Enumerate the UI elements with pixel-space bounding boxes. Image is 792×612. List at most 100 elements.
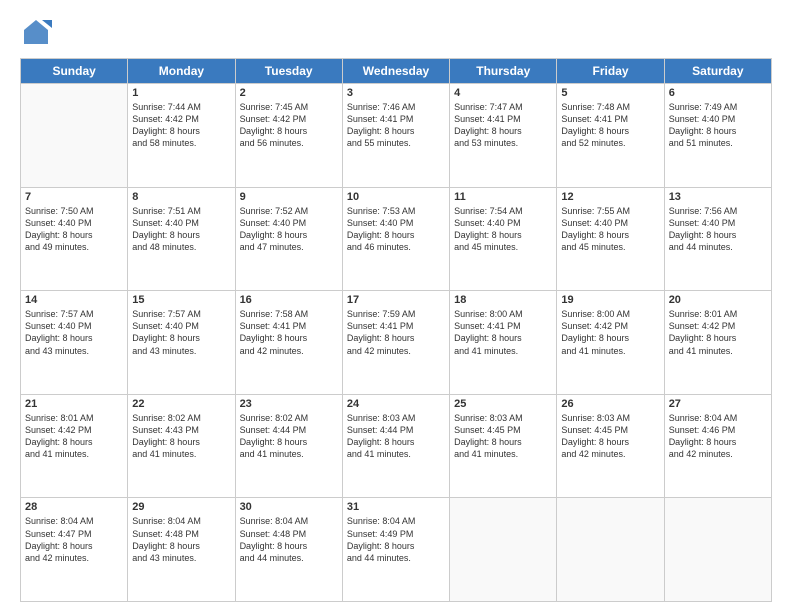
calendar-cell: 12 Sunrise: 7:55 AM Sunset: 4:40 PM Dayli… [557, 187, 664, 291]
calendar-cell: 11 Sunrise: 7:54 AM Sunset: 4:40 PM Dayli… [450, 187, 557, 291]
day-info: Sunrise: 7:58 AM Sunset: 4:41 PM Dayligh… [240, 308, 338, 357]
calendar-cell: 2 Sunrise: 7:45 AM Sunset: 4:42 PM Daylig… [235, 84, 342, 188]
calendar-cell: 14Sunrise: 7:57 AM Sunset: 4:40 PM Dayli… [21, 291, 128, 395]
calendar-header-monday: Monday [128, 59, 235, 84]
calendar-week-2: 14Sunrise: 7:57 AM Sunset: 4:40 PM Dayli… [21, 291, 772, 395]
calendar-cell: 10 Sunrise: 7:53 AM Sunset: 4:40 PM Dayli… [342, 187, 449, 291]
day-number: 9 [240, 191, 338, 203]
day-number: 26 [561, 398, 659, 410]
page: SundayMondayTuesdayWednesdayThursdayFrid… [0, 0, 792, 612]
calendar-cell: 6 Sunrise: 7:49 AM Sunset: 4:40 PM Daylig… [664, 84, 771, 188]
calendar-cell: 7 Sunrise: 7:50 AM Sunset: 4:40 PM Daylig… [21, 187, 128, 291]
calendar-header-tuesday: Tuesday [235, 59, 342, 84]
day-number: 27 [669, 398, 767, 410]
day-number: 7 [25, 191, 123, 203]
day-info: Sunrise: 7:48 AM Sunset: 4:41 PM Dayligh… [561, 101, 659, 150]
calendar-cell: 20 Sunrise: 8:01 AM Sunset: 4:42 PM Dayli… [664, 291, 771, 395]
calendar-cell: 15 Sunrise: 7:57 AM Sunset: 4:40 PM Dayli… [128, 291, 235, 395]
day-info: Sunrise: 7:54 AM Sunset: 4:40 PM Dayligh… [454, 205, 552, 254]
day-number: 10 [347, 191, 445, 203]
day-number: 5 [561, 87, 659, 99]
logo-icon [20, 16, 52, 48]
day-info: Sunrise: 7:53 AM Sunset: 4:40 PM Dayligh… [347, 205, 445, 254]
day-number: 15 [132, 294, 230, 306]
calendar-cell [557, 498, 664, 602]
day-number: 31 [347, 501, 445, 513]
day-info: Sunrise: 8:04 AM Sunset: 4:46 PM Dayligh… [669, 412, 767, 461]
day-number: 11 [454, 191, 552, 203]
calendar-cell: 21 Sunrise: 8:01 AM Sunset: 4:42 PM Dayli… [21, 394, 128, 498]
calendar-cell: 9 Sunrise: 7:52 AM Sunset: 4:40 PM Daylig… [235, 187, 342, 291]
calendar-week-1: 7 Sunrise: 7:50 AM Sunset: 4:40 PM Daylig… [21, 187, 772, 291]
day-info: Sunrise: 8:01 AM Sunset: 4:42 PM Dayligh… [669, 308, 767, 357]
day-info: Sunrise: 7:57 AM Sunset: 4:40 PM Dayligh… [25, 308, 123, 357]
calendar-header-wednesday: Wednesday [342, 59, 449, 84]
day-number: 21 [25, 398, 123, 410]
day-info: Sunrise: 7:49 AM Sunset: 4:40 PM Dayligh… [669, 101, 767, 150]
day-info: Sunrise: 8:03 AM Sunset: 4:45 PM Dayligh… [561, 412, 659, 461]
day-info: Sunrise: 7:45 AM Sunset: 4:42 PM Dayligh… [240, 101, 338, 150]
day-info: Sunrise: 7:52 AM Sunset: 4:40 PM Dayligh… [240, 205, 338, 254]
calendar-cell: 25 Sunrise: 8:03 AM Sunset: 4:45 PM Dayli… [450, 394, 557, 498]
day-info: Sunrise: 7:47 AM Sunset: 4:41 PM Dayligh… [454, 101, 552, 150]
calendar-cell [664, 498, 771, 602]
calendar-cell: 17 Sunrise: 7:59 AM Sunset: 4:41 PM Dayli… [342, 291, 449, 395]
day-info: Sunrise: 7:51 AM Sunset: 4:40 PM Dayligh… [132, 205, 230, 254]
calendar-cell: 4 Sunrise: 7:47 AM Sunset: 4:41 PM Daylig… [450, 84, 557, 188]
calendar-header-friday: Friday [557, 59, 664, 84]
header [20, 16, 772, 48]
calendar-cell: 3 Sunrise: 7:46 AM Sunset: 4:41 PM Daylig… [342, 84, 449, 188]
calendar-cell: 18Sunrise: 8:00 AM Sunset: 4:41 PM Dayli… [450, 291, 557, 395]
day-info: Sunrise: 8:00 AM Sunset: 4:41 PM Dayligh… [454, 308, 552, 357]
day-number: 16 [240, 294, 338, 306]
calendar-week-4: 28Sunrise: 8:04 AM Sunset: 4:47 PM Dayli… [21, 498, 772, 602]
calendar-week-3: 21 Sunrise: 8:01 AM Sunset: 4:42 PM Dayli… [21, 394, 772, 498]
day-info: Sunrise: 7:57 AM Sunset: 4:40 PM Dayligh… [132, 308, 230, 357]
calendar-cell: 5 Sunrise: 7:48 AM Sunset: 4:41 PM Daylig… [557, 84, 664, 188]
day-number: 6 [669, 87, 767, 99]
calendar-cell [450, 498, 557, 602]
calendar-cell: 8 Sunrise: 7:51 AM Sunset: 4:40 PM Daylig… [128, 187, 235, 291]
day-info: Sunrise: 7:46 AM Sunset: 4:41 PM Dayligh… [347, 101, 445, 150]
day-number: 25 [454, 398, 552, 410]
day-number: 19 [561, 294, 659, 306]
day-number: 3 [347, 87, 445, 99]
calendar-cell: 29 Sunrise: 8:04 AM Sunset: 4:48 PM Dayli… [128, 498, 235, 602]
day-number: 30 [240, 501, 338, 513]
day-number: 8 [132, 191, 230, 203]
day-info: Sunrise: 8:03 AM Sunset: 4:44 PM Dayligh… [347, 412, 445, 461]
day-info: Sunrise: 8:04 AM Sunset: 4:48 PM Dayligh… [240, 515, 338, 564]
calendar-header-row: SundayMondayTuesdayWednesdayThursdayFrid… [21, 59, 772, 84]
calendar-header-sunday: Sunday [21, 59, 128, 84]
calendar-cell: 13Sunrise: 7:56 AM Sunset: 4:40 PM Dayli… [664, 187, 771, 291]
day-info: Sunrise: 7:55 AM Sunset: 4:40 PM Dayligh… [561, 205, 659, 254]
day-info: Sunrise: 7:59 AM Sunset: 4:41 PM Dayligh… [347, 308, 445, 357]
calendar-cell [21, 84, 128, 188]
calendar-cell: 22Sunrise: 8:02 AM Sunset: 4:43 PM Dayli… [128, 394, 235, 498]
day-info: Sunrise: 8:02 AM Sunset: 4:44 PM Dayligh… [240, 412, 338, 461]
day-info: Sunrise: 8:04 AM Sunset: 4:48 PM Dayligh… [132, 515, 230, 564]
day-number: 2 [240, 87, 338, 99]
calendar-cell: 16 Sunrise: 7:58 AM Sunset: 4:41 PM Dayli… [235, 291, 342, 395]
calendar-cell: 30 Sunrise: 8:04 AM Sunset: 4:48 PM Dayli… [235, 498, 342, 602]
day-number: 29 [132, 501, 230, 513]
calendar-week-0: 1Sunrise: 7:44 AM Sunset: 4:42 PM Daylig… [21, 84, 772, 188]
day-number: 23 [240, 398, 338, 410]
logo [20, 16, 56, 48]
calendar-table: SundayMondayTuesdayWednesdayThursdayFrid… [20, 58, 772, 602]
day-info: Sunrise: 7:50 AM Sunset: 4:40 PM Dayligh… [25, 205, 123, 254]
day-number: 20 [669, 294, 767, 306]
calendar-cell: 23 Sunrise: 8:02 AM Sunset: 4:44 PM Dayli… [235, 394, 342, 498]
day-number: 22 [132, 398, 230, 410]
day-number: 17 [347, 294, 445, 306]
day-number: 24 [347, 398, 445, 410]
day-info: Sunrise: 7:56 AM Sunset: 4:40 PM Dayligh… [669, 205, 767, 254]
day-number: 12 [561, 191, 659, 203]
calendar-header-thursday: Thursday [450, 59, 557, 84]
day-number: 28 [25, 501, 123, 513]
calendar-cell: 27 Sunrise: 8:04 AM Sunset: 4:46 PM Dayli… [664, 394, 771, 498]
day-info: Sunrise: 8:04 AM Sunset: 4:49 PM Dayligh… [347, 515, 445, 564]
day-info: Sunrise: 8:01 AM Sunset: 4:42 PM Dayligh… [25, 412, 123, 461]
day-number: 4 [454, 87, 552, 99]
day-info: Sunrise: 8:03 AM Sunset: 4:45 PM Dayligh… [454, 412, 552, 461]
